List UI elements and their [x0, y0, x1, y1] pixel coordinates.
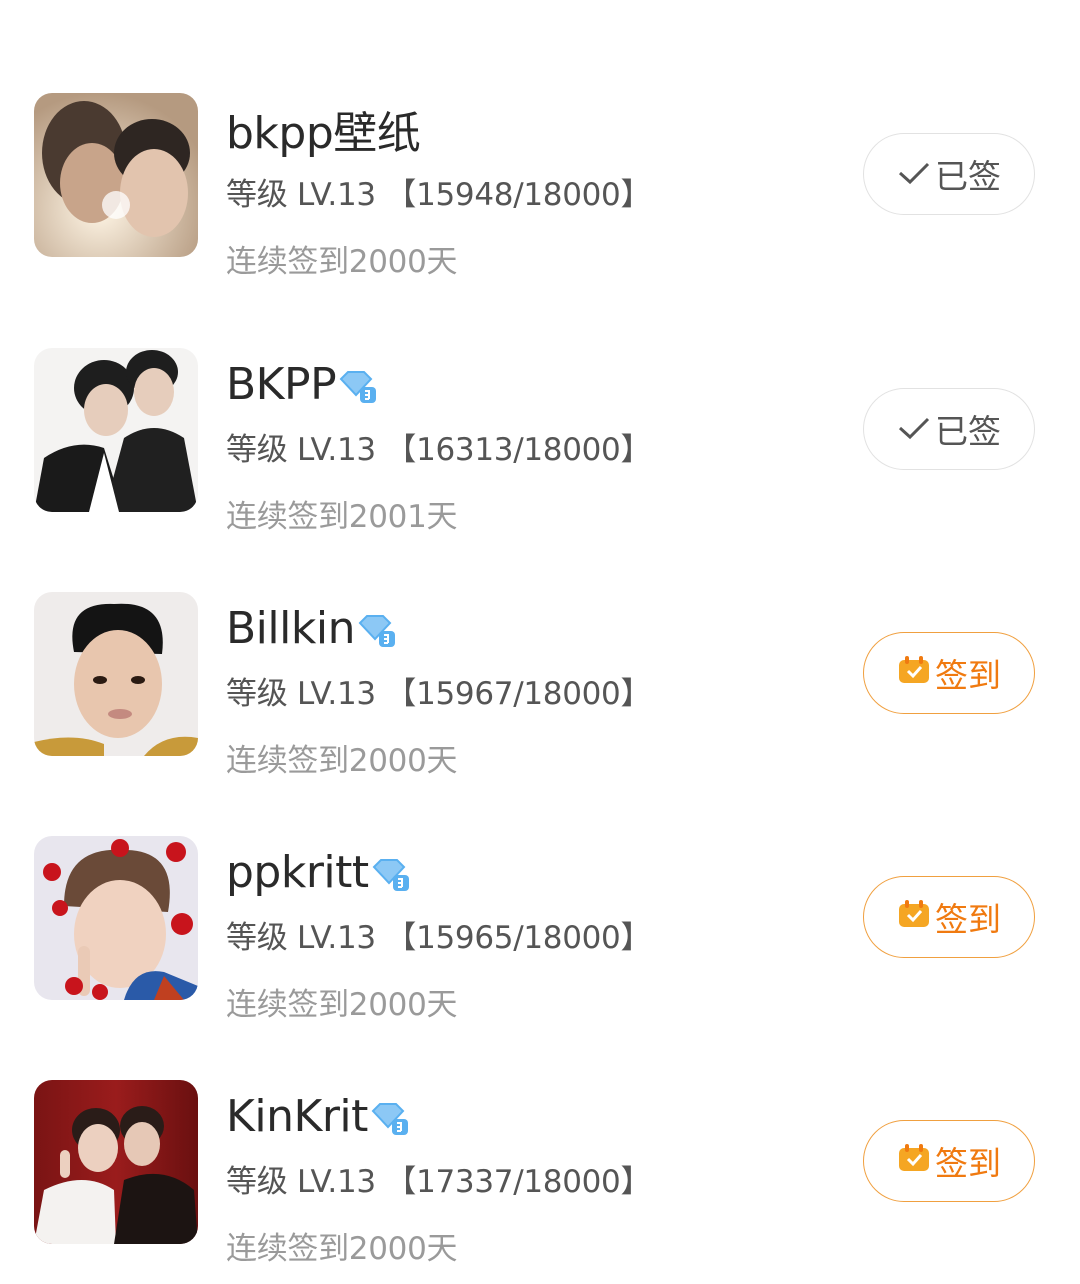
forum-list: bkpp壁纸 等级 LV.13 【15948/18000】 连续签到2000天 …	[0, 0, 1080, 1284]
signed-button-label: 已签	[935, 157, 1001, 196]
forum-avatar[interactable]	[34, 836, 198, 1000]
forum-row-kinkrit[interactable]: KinKrit 等级 LV.13 【17337/18000】 连续签到2000天…	[0, 1080, 1080, 1280]
forum-name[interactable]: KinKrit	[226, 1091, 368, 1142]
diamond-badge-icon	[338, 369, 380, 405]
forum-name[interactable]: bkpp壁纸	[226, 97, 421, 161]
forum-avatar[interactable]	[34, 592, 198, 756]
calendar-icon	[897, 654, 931, 693]
forum-streak: 连续签到2000天	[226, 1231, 458, 1267]
signed-button[interactable]: 已签	[863, 388, 1035, 470]
forum-name[interactable]: BKPP	[226, 359, 337, 410]
forum-info: BKPP 等级 LV.13 【16313/18000】 连续签到2001天	[226, 348, 826, 536]
forum-streak: 连续签到2000天	[226, 244, 458, 280]
forum-name-line: Billkin	[226, 592, 826, 664]
sign-in-button[interactable]: 签到	[863, 876, 1035, 958]
check-icon	[897, 410, 931, 449]
forum-level: 等级 LV.13 【16313/18000】	[226, 432, 652, 468]
forum-level: 等级 LV.13 【17337/18000】	[226, 1164, 652, 1200]
calendar-icon	[897, 1142, 931, 1181]
forum-row-bkpp-wallpaper[interactable]: bkpp壁纸 等级 LV.13 【15948/18000】 连续签到2000天 …	[0, 93, 1080, 293]
forum-streak: 连续签到2000天	[226, 743, 458, 779]
sign-in-button-label: 签到	[935, 900, 1001, 939]
signed-button[interactable]: 已签	[863, 133, 1035, 215]
forum-name-line: BKPP	[226, 348, 826, 420]
forum-avatar[interactable]	[34, 93, 198, 257]
signed-button-label: 已签	[935, 412, 1001, 451]
forum-name-line: bkpp壁纸	[226, 93, 826, 165]
forum-info: KinKrit 等级 LV.13 【17337/18000】 连续签到2000天	[226, 1080, 826, 1268]
forum-name[interactable]: ppkritt	[226, 847, 369, 898]
forum-info: bkpp壁纸 等级 LV.13 【15948/18000】 连续签到2000天	[226, 93, 826, 281]
sign-in-button-label: 签到	[935, 656, 1001, 695]
forum-info: Billkin 等级 LV.13 【15967/18000】 连续签到2000天	[226, 592, 826, 780]
forum-info: ppkritt 等级 LV.13 【15965/18000】 连续签到2000天	[226, 836, 826, 1024]
forum-streak: 连续签到2001天	[226, 499, 458, 535]
forum-level: 等级 LV.13 【15948/18000】	[226, 177, 652, 213]
forum-avatar[interactable]	[34, 1080, 198, 1244]
forum-level: 等级 LV.13 【15967/18000】	[226, 676, 652, 712]
forum-row-bkpp[interactable]: BKPP 等级 LV.13 【16313/18000】 连续签到2001天 已签	[0, 348, 1080, 548]
forum-name-line: KinKrit	[226, 1080, 826, 1152]
diamond-badge-icon	[371, 857, 413, 893]
forum-level: 等级 LV.13 【15965/18000】	[226, 920, 652, 956]
forum-name[interactable]: Billkin	[226, 603, 355, 654]
forum-streak: 连续签到2000天	[226, 987, 458, 1023]
forum-avatar[interactable]	[34, 348, 198, 512]
sign-in-button[interactable]: 签到	[863, 1120, 1035, 1202]
forum-row-billkin[interactable]: Billkin 等级 LV.13 【15967/18000】 连续签到2000天…	[0, 592, 1080, 792]
forum-row-ppkritt[interactable]: ppkritt 等级 LV.13 【15965/18000】 连续签到2000天…	[0, 836, 1080, 1036]
forum-name-line: ppkritt	[226, 836, 826, 908]
sign-in-button[interactable]: 签到	[863, 632, 1035, 714]
diamond-badge-icon	[370, 1101, 412, 1137]
check-icon	[897, 155, 931, 194]
calendar-icon	[897, 898, 931, 937]
sign-in-button-label: 签到	[935, 1144, 1001, 1183]
diamond-badge-icon	[357, 613, 399, 649]
